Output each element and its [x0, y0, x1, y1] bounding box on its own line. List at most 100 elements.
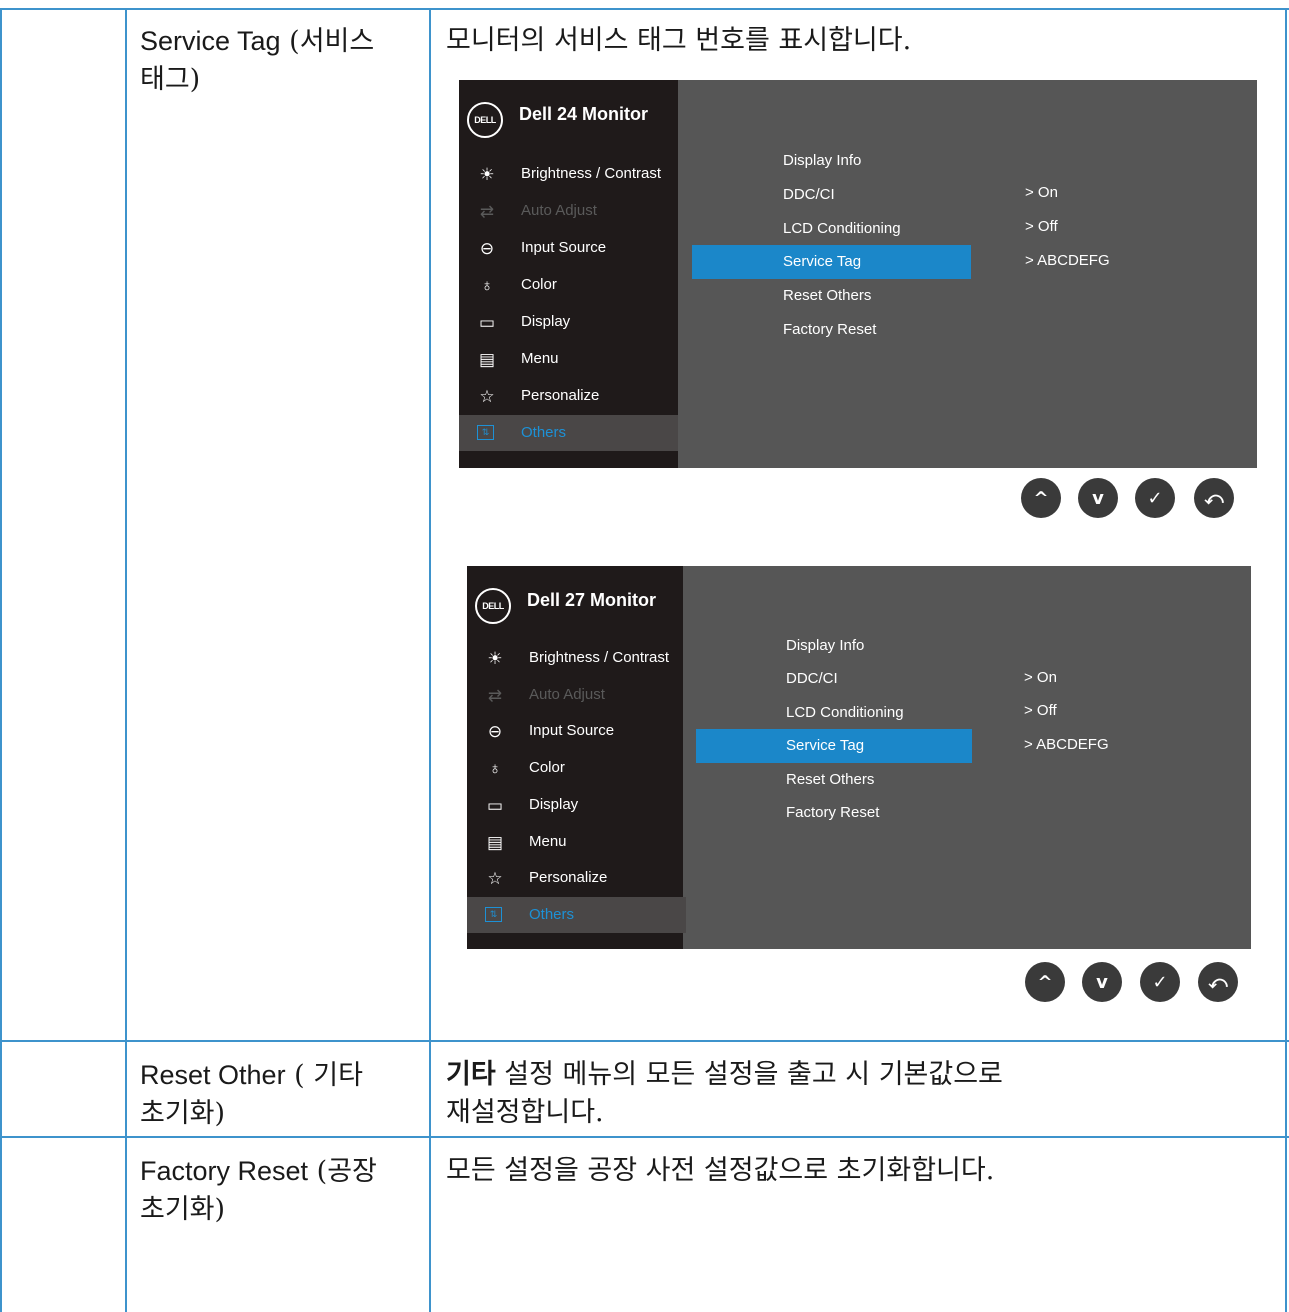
table-border-row1: [0, 1040, 1289, 1042]
osd-title: Dell 24 Monitor: [519, 104, 649, 124]
description-text: 설정 메뉴의 모든 설정을 출고 시 기본값으로: [504, 1059, 1003, 1090]
setting-name-ko: 초기화): [140, 1098, 226, 1129]
setting-description-factory-reset: 모든 설정을 공장 사전 설정값으로 초기화합니다.: [446, 1155, 995, 1186]
setting-name-en: Reset Other: [140, 1060, 286, 1090]
osd-menu-item[interactable]: ⇄ Auto Adjust: [467, 677, 686, 713]
up-button[interactable]: ^: [1012, 469, 1070, 527]
setting-description-service-tag: 모니터의 서비스 태그 번호를 표시합니다.: [446, 25, 912, 56]
osd-menu-item[interactable]: ⊖ Input Source: [467, 713, 686, 749]
star-icon: ☆: [487, 869, 503, 889]
osd-menu-label: Input Source: [529, 722, 615, 740]
description-text: 재설정합니다.: [446, 1097, 604, 1128]
up-arrow-icon: ^: [1033, 487, 1049, 509]
osd-menu-item[interactable]: ☆ Personalize: [467, 860, 686, 896]
table-border-left: [0, 8, 2, 1312]
brightness-icon: ☀: [487, 649, 503, 668]
dell-logo: DELL: [475, 588, 511, 624]
color-icon: ♁: [488, 759, 502, 779]
osd-menu-item[interactable]: ▤ Menu: [459, 341, 678, 377]
osd-menu-label: Input Source: [521, 239, 607, 256]
description-bold: 기타: [446, 1059, 496, 1090]
back-icon: ⤺: [1208, 971, 1228, 993]
back-button[interactable]: ⤺: [1185, 469, 1243, 527]
settings-table: Service Tag (서비스 태그) 모니터의 서비스 태그 번호를 표시합…: [0, 0, 1289, 1312]
osd-menu-label: Display: [521, 313, 571, 330]
osd-submenu-item[interactable]: LCD Conditioning: [786, 704, 904, 721]
osd-menu-label: Auto Adjust: [529, 685, 605, 703]
setting-name-en: Factory Reset: [140, 1156, 309, 1186]
others-icon: ⇅: [485, 906, 502, 922]
color-icon: ♁: [480, 276, 494, 295]
menu-icon: ▤: [486, 832, 504, 852]
menu-icon: ▤: [478, 350, 496, 369]
osd-menu-label: Personalize: [521, 387, 600, 404]
osd-submenu-item[interactable]: LCD Conditioning: [783, 220, 901, 237]
osd-menu-label: Brightness / Contrast: [521, 165, 662, 182]
osd-submenu-item[interactable]: DDC/CI: [786, 670, 838, 687]
osd-menu-item[interactable]: ♁ Color: [459, 267, 678, 303]
setting-name-ko: ( 기타: [294, 1060, 363, 1091]
osd-menu-label: Color: [529, 759, 565, 777]
others-icon: ⇅: [477, 425, 494, 440]
osd-menu-label: Menu: [521, 350, 559, 367]
osd-submenu-item[interactable]: Reset Others: [786, 771, 874, 788]
osd-menu-item[interactable]: ♁ Color: [467, 750, 686, 786]
osd-menu-item[interactable]: ⊖ Input Source: [459, 230, 678, 266]
osd-submenu-value: > On: [1025, 184, 1058, 201]
osd-submenu-item[interactable]: Reset Others: [783, 287, 871, 304]
osd-menu-item[interactable]: ☀ Brightness / Contrast: [467, 640, 686, 676]
osd-menu-item[interactable]: ⇄ Auto Adjust: [459, 193, 678, 229]
check-icon: ✓: [1152, 971, 1168, 993]
down-button[interactable]: v: [1069, 469, 1127, 527]
table-border-col2: [429, 8, 431, 1312]
osd-menu-label: Others: [529, 905, 575, 923]
osd-menu-item[interactable]: ☀ Brightness / Contrast: [459, 156, 678, 192]
confirm-button[interactable]: ✓: [1131, 953, 1189, 1011]
down-arrow-icon: v: [1092, 487, 1104, 509]
osd-submenu-value: > ABCDEFG: [1024, 735, 1109, 753]
dell-logo: DELL: [467, 102, 503, 138]
osd-submenu-value: > Off: [1024, 702, 1057, 720]
osd-menu-item[interactable]: ⇅ Others: [459, 415, 678, 451]
osd-menu-label: Others: [521, 424, 567, 441]
setting-name-ko: 초기화): [140, 1194, 226, 1225]
osd-menu-item[interactable]: ▤ Menu: [467, 824, 686, 860]
brightness-icon: ☀: [479, 165, 495, 184]
osd-submenu-value: > On: [1024, 669, 1057, 686]
setting-name-reset-other: Reset Other ( 기타 초기화): [140, 1056, 420, 1133]
osd-menu-item[interactable]: ▭ Display: [467, 787, 686, 823]
osd-submenu-item[interactable]: Factory Reset: [786, 804, 879, 821]
osd-submenu-item[interactable]: Display Info: [783, 152, 861, 169]
confirm-button[interactable]: ✓: [1126, 469, 1184, 527]
down-button[interactable]: v: [1073, 953, 1131, 1011]
up-button[interactable]: ^: [1016, 953, 1074, 1011]
back-button[interactable]: ⤺: [1189, 953, 1247, 1011]
osd-menu-label: Color: [521, 276, 557, 293]
osd-menu-item[interactable]: ▭ Display: [459, 304, 678, 340]
osd-menu-label: Menu: [529, 832, 567, 850]
osd-submenu-item[interactable]: DDC/CI: [783, 186, 835, 203]
osd-submenu-item[interactable]: Display Info: [786, 637, 864, 654]
display-icon: ▭: [478, 313, 496, 332]
down-arrow-icon: v: [1096, 971, 1108, 993]
osd-menu-label: Auto Adjust: [521, 202, 597, 219]
osd-title: Dell 27 Monitor: [527, 590, 657, 610]
input-source-icon: ⊖: [487, 722, 503, 742]
osd-submenu-item[interactable]: Service Tag: [783, 253, 861, 270]
setting-name-ko: (공장: [316, 1156, 377, 1187]
osd-submenu-item[interactable]: Factory Reset: [783, 321, 876, 338]
table-border-right: [1285, 8, 1287, 1312]
display-icon: ▭: [486, 795, 504, 815]
auto-adjust-icon: ⇄: [487, 685, 503, 705]
up-arrow-icon: ^: [1037, 971, 1053, 993]
osd-menu-item[interactable]: ⇅ Others: [467, 896, 686, 933]
setting-description-reset-other: 기타 설정 메뉴의 모든 설정을 출고 시 기본값으로 재설정합니다.: [446, 1056, 1280, 1132]
osd-menu-item[interactable]: ☆ Personalize: [459, 378, 678, 414]
setting-name-factory-reset: Factory Reset (공장 초기화): [140, 1152, 420, 1229]
setting-name-ko: (서비스: [289, 26, 375, 57]
osd-submenu-value: > Off: [1025, 217, 1058, 235]
osd-screenshot-27: DELL Dell 27 Monitor ☀ Brightness / Contr…: [467, 566, 1251, 949]
osd-menu-label: Display: [529, 795, 579, 813]
osd-submenu-item[interactable]: Service Tag: [786, 737, 864, 754]
setting-name-ko: 태그): [140, 64, 201, 95]
